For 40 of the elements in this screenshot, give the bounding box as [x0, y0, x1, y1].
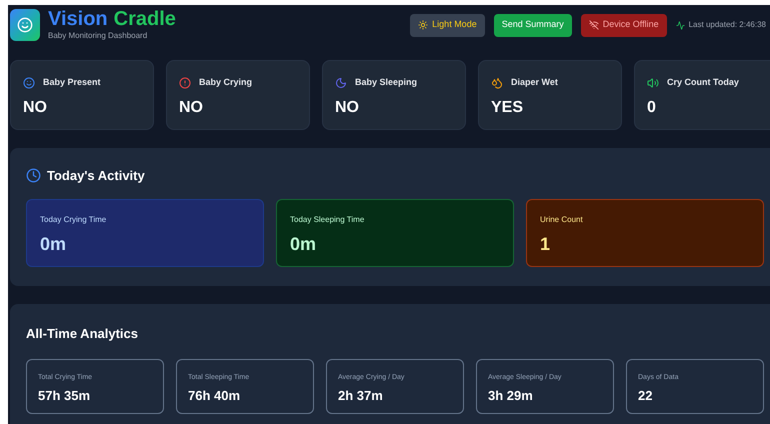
status-value: 0 [647, 98, 657, 118]
face-icon [23, 76, 35, 89]
status-label: Baby Present [43, 76, 101, 89]
sun-icon [418, 20, 428, 30]
activity-value: 0m [40, 232, 68, 256]
status-value: NO [335, 98, 360, 118]
app-subtitle: Baby Monitoring Dashboard [48, 30, 148, 42]
wifi-off-icon [588, 20, 599, 30]
analytics-value: 2h 37m [338, 387, 384, 405]
analytics-value: 57h 35m [38, 387, 92, 405]
pulse-icon [676, 20, 685, 30]
activity-value: 1 [540, 232, 552, 256]
app-title: Vision [48, 8, 108, 30]
analytics-value: 76h 40m [188, 387, 242, 405]
status-value: YES [491, 98, 524, 118]
section-title: All-Time Analytics [26, 325, 139, 343]
status-label: Baby Crying [199, 76, 252, 89]
speaker-icon [647, 76, 659, 89]
status-label: Diaper Wet [511, 76, 558, 89]
app-title: Cradle [114, 8, 176, 30]
alert-icon [179, 76, 191, 89]
section-title: Today's Activity [47, 167, 145, 185]
status-label: Cry Count Today [667, 76, 739, 89]
analytics-value: 22 [638, 387, 654, 405]
face-icon [17, 17, 33, 33]
activity-value: 0m [290, 232, 318, 256]
moon-icon [335, 76, 347, 89]
status-value: NO [23, 98, 48, 118]
send-summary-button[interactable]: Send Summary [494, 14, 572, 36]
clock-icon [26, 168, 41, 184]
status-value: NO [179, 98, 204, 118]
activity-label: Today Sleeping Time [290, 214, 366, 226]
analytics-value: 3h 29m [488, 387, 534, 405]
status-label: Baby Sleeping [355, 76, 418, 89]
droplets-icon [491, 76, 503, 89]
activity-label: Urine Count [540, 214, 584, 226]
activity-label: Today Crying Time [40, 214, 108, 226]
device-status-button[interactable]: Device Offline [580, 14, 667, 36]
last-updated-text: Last updated: 2:46:38 [688, 19, 766, 31]
theme-button[interactable]: Light Mode [410, 14, 485, 36]
